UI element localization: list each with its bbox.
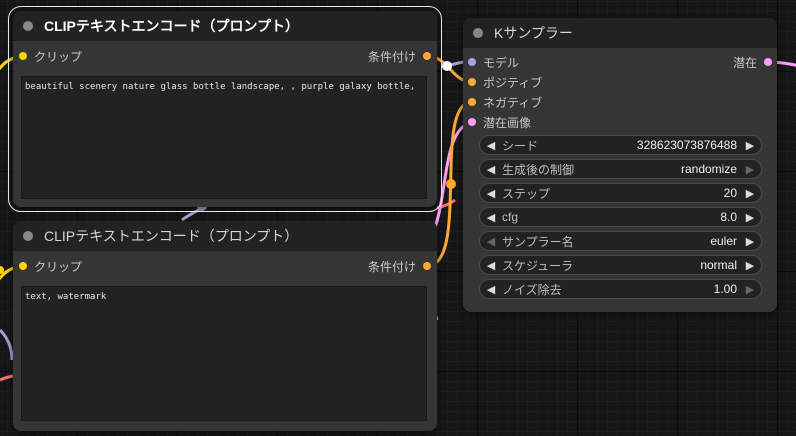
latent-socket-icon[interactable] [468, 118, 476, 126]
cfg-label: cfg [502, 210, 519, 224]
input-clip[interactable]: クリップ [19, 48, 82, 64]
link-vae [0, 374, 14, 382]
input-negative[interactable]: ネガティブ [468, 94, 542, 110]
input-positive-label: ポジティブ [483, 75, 543, 90]
decrement-arrow-icon[interactable]: ◀ [480, 163, 502, 176]
decrement-arrow-icon[interactable]: ◀ [480, 259, 502, 272]
scheduler-widget[interactable]: ◀ スケジューラ normal ▶ [479, 255, 762, 275]
decrement-arrow-icon[interactable]: ◀ [480, 283, 502, 296]
collapse-dot-icon[interactable] [23, 231, 33, 241]
input-clip-label: クリップ [34, 49, 83, 64]
output-conditioning[interactable]: 条件付け [368, 48, 431, 64]
denoise-value[interactable]: 1.00 [562, 282, 739, 296]
increment-arrow-icon[interactable]: ▶ [739, 283, 761, 296]
output-conditioning-label: 条件付け [367, 259, 416, 274]
increment-arrow-icon[interactable]: ▶ [739, 163, 761, 176]
conditioning-socket-icon[interactable] [423, 52, 431, 60]
input-model[interactable]: モデル [468, 54, 519, 70]
input-positive[interactable]: ポジティブ [468, 74, 542, 90]
output-conditioning-label: 条件付け [367, 49, 416, 64]
cfg-value[interactable]: 8.0 [518, 210, 739, 224]
scheduler-label: スケジューラ [502, 258, 574, 273]
link-model-lower [0, 328, 14, 361]
input-clip-label: クリップ [34, 259, 83, 274]
conditioning-socket-icon[interactable] [423, 262, 431, 270]
input-model-label: モデル [483, 55, 520, 70]
clip-text-encode-positive-node[interactable]: CLIPテキストエンコード（プロンプト） クリップ 条件付け beautiful… [8, 6, 442, 212]
denoise-label: ノイズ除去 [502, 282, 562, 297]
control-after-generate-label: 生成後の制御 [502, 162, 575, 177]
conditioning-socket-icon[interactable] [468, 98, 476, 106]
output-conditioning[interactable]: 条件付け [368, 258, 431, 274]
input-clip[interactable]: クリップ [19, 258, 82, 274]
increment-arrow-icon[interactable]: ▶ [739, 259, 761, 272]
increment-arrow-icon[interactable]: ▶ [739, 139, 761, 152]
node-title: CLIPテキストエンコード（プロンプト） [44, 228, 299, 244]
sampler-name-widget[interactable]: ◀ サンプラー名 euler ▶ [479, 231, 762, 251]
clip-socket-icon[interactable] [19, 262, 27, 270]
increment-arrow-icon[interactable]: ▶ [739, 235, 761, 248]
decrement-arrow-icon[interactable]: ◀ [480, 139, 502, 152]
clip-socket-icon[interactable] [19, 52, 27, 60]
clip-text-encode-negative-node[interactable]: CLIPテキストエンコード（プロンプト） クリップ 条件付け text, wat… [13, 221, 437, 431]
latent-socket-icon[interactable] [764, 58, 772, 66]
collapse-dot-icon[interactable] [23, 21, 33, 31]
seed-label: シード [502, 138, 539, 153]
control-after-generate-widget[interactable]: ◀ 生成後の制御 randomize ▶ [479, 159, 762, 179]
input-latent-image[interactable]: 潜在画像 [468, 114, 531, 130]
link-reroute-dot[interactable] [442, 61, 452, 71]
sampler-name-value[interactable]: euler [574, 234, 739, 248]
output-latent[interactable]: 潜在 [733, 54, 772, 70]
denoise-widget[interactable]: ◀ ノイズ除去 1.00 ▶ [479, 279, 762, 299]
prompt-textarea[interactable]: text, watermark [21, 286, 427, 421]
ksampler-node[interactable]: Kサンプラー モデル ポジティブ ネガティブ 潜在画像 潜在 ◀ シード 328… [463, 18, 777, 312]
conditioning-socket-icon[interactable] [468, 78, 476, 86]
prompt-textarea[interactable]: beautiful scenery nature glass bottle la… [21, 76, 427, 199]
seed-value[interactable]: 328623073876488 [538, 138, 739, 152]
decrement-arrow-icon[interactable]: ◀ [480, 187, 502, 200]
steps-widget[interactable]: ◀ ステップ 20 ▶ [479, 183, 762, 203]
steps-value[interactable]: 20 [550, 186, 739, 200]
input-latent-image-label: 潜在画像 [483, 115, 532, 130]
node-title: CLIPテキストエンコード（プロンプト） [44, 18, 300, 34]
decrement-arrow-icon[interactable]: ◀ [480, 235, 502, 248]
node-title-bar[interactable]: CLIPテキストエンコード（プロンプト） [13, 221, 437, 251]
link-reroute-dot[interactable] [446, 179, 456, 189]
scheduler-value[interactable]: normal [573, 258, 739, 272]
increment-arrow-icon[interactable]: ▶ [739, 211, 761, 224]
steps-label: ステップ [502, 186, 551, 201]
node-title-bar[interactable]: Kサンプラー [463, 18, 777, 48]
output-latent-label: 潜在 [732, 55, 757, 70]
increment-arrow-icon[interactable]: ▶ [739, 187, 761, 200]
model-socket-icon[interactable] [468, 58, 476, 66]
control-after-generate-value[interactable]: randomize [574, 162, 739, 176]
node-title: Kサンプラー [494, 25, 573, 41]
node-title-bar[interactable]: CLIPテキストエンコード（プロンプト） [13, 11, 437, 41]
seed-widget[interactable]: ◀ シード 328623073876488 ▶ [479, 135, 762, 155]
sampler-name-label: サンプラー名 [502, 234, 574, 249]
input-negative-label: ネガティブ [483, 95, 543, 110]
collapse-dot-icon[interactable] [473, 28, 483, 38]
decrement-arrow-icon[interactable]: ◀ [480, 211, 502, 224]
cfg-widget[interactable]: ◀ cfg 8.0 ▶ [479, 207, 762, 227]
